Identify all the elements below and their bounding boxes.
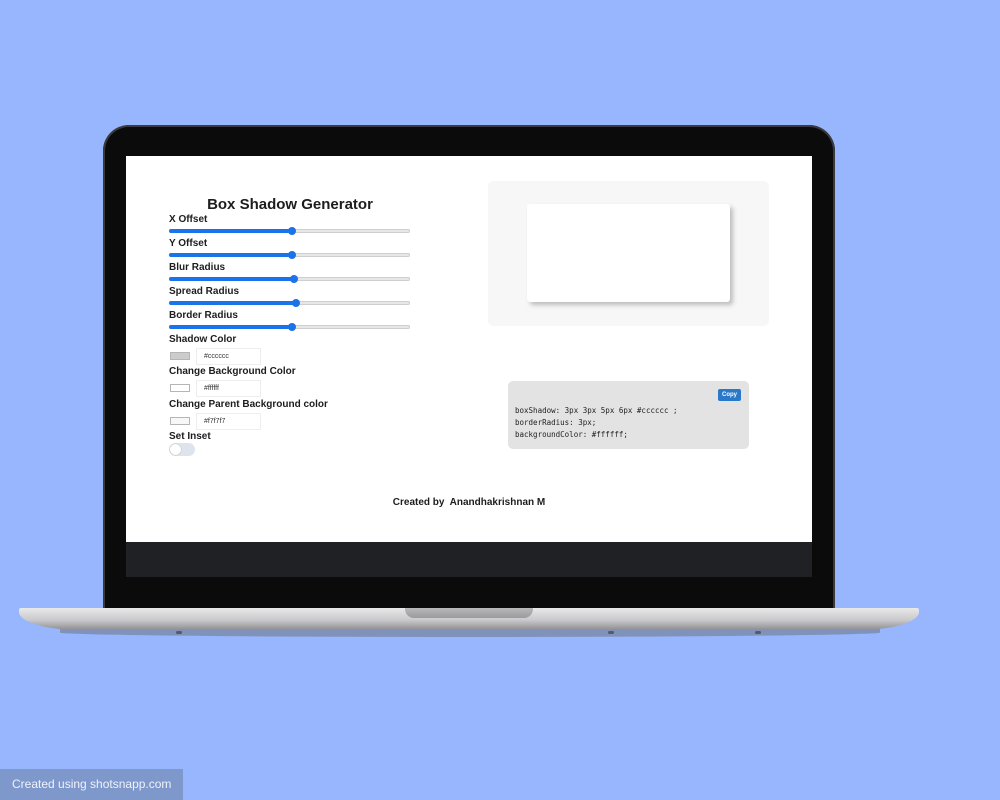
shadow-color-swatch[interactable]	[170, 352, 190, 360]
preview-box	[527, 204, 730, 302]
slider-fill	[169, 325, 292, 329]
slider-fill	[169, 229, 292, 233]
code-line: boxShadow: 3px 3px 5px 6px #cccccc ;	[515, 406, 678, 415]
y-offset-label: Y Offset	[169, 238, 208, 249]
blur-radius-slider[interactable]	[169, 273, 410, 285]
parent-background-color-hex-input[interactable]: #f7f7f7	[196, 413, 261, 430]
slider-fill	[169, 253, 292, 257]
laptop-foot	[755, 631, 761, 634]
laptop-foot	[608, 631, 614, 634]
slider-thumb[interactable]	[287, 227, 296, 235]
background-color-swatch[interactable]	[170, 384, 190, 392]
shadow-color-label: Shadow Color	[169, 334, 237, 345]
watermark: Created using shotsnapp.com	[0, 769, 183, 800]
background-color-hex-input[interactable]: #ffffff	[196, 380, 261, 397]
parent-background-color-label: Change Parent Background color	[169, 399, 328, 410]
code-line: backgroundColor: #ffffff;	[515, 430, 628, 439]
preview-container	[488, 181, 769, 326]
laptop-foot	[176, 631, 182, 634]
toggle-knob	[170, 444, 181, 455]
laptop-screen: Box Shadow Generator X Offset Y Offset B…	[126, 156, 812, 577]
credit-text: Created by Anandhakrishnan M	[392, 497, 546, 508]
page-title: Box Shadow Generator	[207, 196, 373, 213]
parent-background-color-swatch[interactable]	[170, 417, 190, 425]
slider-thumb[interactable]	[287, 251, 296, 259]
shadow-color-hex-input[interactable]: #cccccc	[196, 348, 261, 365]
x-offset-label: X Offset	[169, 214, 208, 225]
code-output: Copy boxShadow: 3px 3px 5px 6px #cccccc …	[508, 381, 749, 449]
screen-footer-bar	[126, 542, 812, 577]
y-offset-slider[interactable]	[169, 249, 410, 261]
parent-background-color-picker[interactable]: #f7f7f7	[169, 413, 261, 430]
slider-thumb[interactable]	[287, 323, 296, 331]
x-offset-slider[interactable]	[169, 225, 410, 237]
laptop-notch	[405, 608, 533, 618]
inset-toggle[interactable]	[169, 443, 195, 456]
background-color-picker[interactable]: #ffffff	[169, 380, 261, 397]
spread-radius-slider[interactable]	[169, 297, 410, 309]
border-radius-slider[interactable]	[169, 321, 410, 333]
border-radius-label: Border Radius	[169, 310, 238, 321]
background-color-label: Change Background Color	[169, 366, 296, 377]
copy-button[interactable]: Copy	[718, 389, 741, 401]
set-inset-label: Set Inset	[169, 431, 211, 442]
blur-radius-label: Blur Radius	[169, 262, 226, 273]
slider-fill	[169, 277, 295, 281]
shadow-color-picker[interactable]: #cccccc	[169, 348, 261, 365]
code-line: borderRadius: 3px;	[515, 418, 597, 427]
slider-thumb[interactable]	[290, 275, 299, 283]
slider-thumb[interactable]	[291, 299, 300, 307]
spread-radius-label: Spread Radius	[169, 286, 240, 297]
slider-fill	[169, 301, 296, 305]
